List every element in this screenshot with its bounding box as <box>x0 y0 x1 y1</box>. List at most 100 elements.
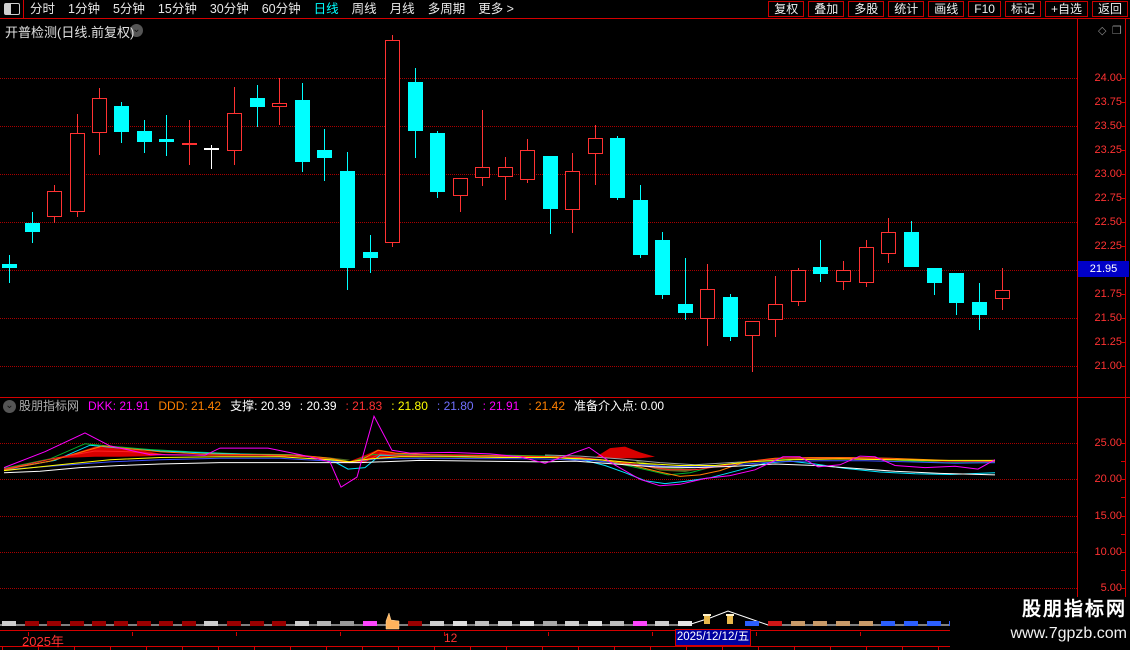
toolbar-复权[interactable]: 复权 <box>768 1 805 17</box>
tab-多周期[interactable]: 多周期 <box>428 0 466 18</box>
tab-5分钟[interactable]: 5分钟 <box>113 0 145 18</box>
signal-marker <box>295 621 309 626</box>
month-tick <box>548 632 549 636</box>
indicator-value: : 21.80 <box>436 399 474 413</box>
signal-marker <box>543 621 557 626</box>
signal-marker <box>655 621 669 626</box>
gold-marker-icon <box>703 614 711 616</box>
gold-marker-icon <box>704 615 710 624</box>
indicator-value-row: 股朋指标网 DKK: 21.91 DDD: 21.42 支撑: 20.39 : 20.… <box>19 399 664 414</box>
tab-30分钟[interactable]: 30分钟 <box>210 0 249 18</box>
watermark-site-name: 股朋指标网 <box>1021 599 1127 620</box>
window-layout-icon[interactable] <box>4 3 20 15</box>
tab-月线[interactable]: 月线 <box>390 0 415 18</box>
indicator-fill <box>595 446 655 459</box>
toolbar-标记[interactable]: 标记 <box>1004 1 1041 17</box>
top-menu-bar: 分时 1分钟 5分钟 15分钟 30分钟 60分钟 日线 周线 月线 多周期 更多 > 复权 叠加 多股… <box>0 0 1130 19</box>
tab-15分钟[interactable]: 15分钟 <box>158 0 197 18</box>
indicator-fill <box>55 446 165 459</box>
tab-1分钟[interactable]: 1分钟 <box>68 0 100 18</box>
tab-日线[interactable]: 日线 <box>314 0 339 18</box>
tab-60分钟[interactable]: 60分钟 <box>262 0 301 18</box>
toolbar-返回[interactable]: 返回 <box>1091 1 1128 17</box>
month-tick <box>132 632 133 636</box>
signal-marker <box>363 621 377 626</box>
indicator-lines <box>0 414 1076 630</box>
signal-marker <box>430 621 444 626</box>
current-price-badge: 21.95 <box>1078 261 1129 277</box>
panel-toggle-icon[interactable]: ❒ <box>1112 25 1122 37</box>
tab-更多 >[interactable]: 更多 > <box>478 0 514 18</box>
hand-cursor-icon <box>385 612 400 630</box>
signal-marker <box>114 621 128 626</box>
crosshair-date-badge: 2025/12/12/五 <box>675 629 751 646</box>
month-tick <box>340 632 341 636</box>
signal-marker <box>859 621 873 626</box>
signal-marker <box>159 621 173 626</box>
signal-marker <box>768 621 782 626</box>
indicator-line-magenta <box>3 414 996 488</box>
signal-marker <box>227 621 241 626</box>
signal-marker <box>565 621 579 626</box>
signal-marker <box>610 621 624 626</box>
signal-marker <box>498 621 512 626</box>
indicator-value: DDD: 21.42 <box>158 399 222 413</box>
month-label: 12 <box>444 631 458 645</box>
signal-marker <box>633 621 647 626</box>
signal-marker <box>250 621 264 626</box>
signal-marker <box>836 621 850 626</box>
app-window: 分时 1分钟 5分钟 15分钟 30分钟 60分钟 日线 周线 月线 多周期 更多 > 复权 叠加 多股… <box>0 0 1130 650</box>
toolbar-+自选[interactable]: +自选 <box>1044 1 1088 17</box>
signal-marker <box>204 621 218 626</box>
signal-marker <box>25 621 39 626</box>
diamond-icon[interactable]: ◇ <box>1098 25 1106 37</box>
toolbar-F10[interactable]: F10 <box>968 1 1001 17</box>
signal-marker <box>588 621 602 626</box>
signal-marker <box>904 621 918 626</box>
tab-分时[interactable]: 分时 <box>30 0 55 18</box>
signal-marker <box>813 621 827 626</box>
indicator-value: : 21.42 <box>528 399 566 413</box>
indicator-value: : 21.80 <box>391 399 428 413</box>
signal-marker <box>317 621 331 626</box>
signal-marker <box>745 621 759 626</box>
chart-title: 开普检测(日线.前复权) <box>5 25 135 40</box>
signal-marker <box>2 621 16 626</box>
gold-marker-icon <box>726 614 734 616</box>
signal-marker <box>881 621 895 626</box>
signal-marker <box>927 621 941 626</box>
signal-marker <box>453 621 467 626</box>
signal-marker <box>791 621 805 626</box>
signal-marker <box>47 621 61 626</box>
signal-marker <box>272 621 286 626</box>
indicator-value: 准备介入点: 0.00 <box>574 399 665 413</box>
month-tick <box>860 632 861 636</box>
toolbar-画线[interactable]: 画线 <box>928 1 965 17</box>
watermark-url: www.7gpzb.com <box>1010 625 1128 642</box>
signal-marker <box>520 621 534 626</box>
month-tick <box>444 632 445 636</box>
gold-marker-icon <box>727 615 733 624</box>
toolbar-buttons: 复权 叠加 多股 统计 画线 F10 标记 +自选 返回 <box>768 1 1128 17</box>
period-tabs: 分时 1分钟 5分钟 15分钟 30分钟 60分钟 日线 周线 月线 多周期 更多 > <box>30 0 514 18</box>
month-tick <box>28 632 29 636</box>
watermark: 股朋指标网 www.7gpzb.com <box>950 597 1130 650</box>
toolbar-统计[interactable]: 统计 <box>888 1 925 17</box>
toolbar-叠加[interactable]: 叠加 <box>808 1 845 17</box>
signal-marker <box>678 621 692 626</box>
month-tick <box>652 632 653 636</box>
indicator-value: DKK: 21.91 <box>88 399 150 413</box>
indicator-source-label[interactable]: 股朋指标网 <box>19 399 79 414</box>
indicator-value: : 21.91 <box>482 399 520 413</box>
indicator-value: : 20.39 <box>299 399 337 413</box>
signal-marker <box>92 621 106 626</box>
signal-marker <box>182 621 196 626</box>
month-tick <box>236 632 237 636</box>
signal-marker <box>70 621 84 626</box>
toolbar-多股[interactable]: 多股 <box>848 1 885 17</box>
indicator-value: 支撑: 20.39 <box>230 399 291 413</box>
tab-周线[interactable]: 周线 <box>352 0 377 18</box>
signal-marker <box>137 621 151 626</box>
signal-marker <box>408 621 422 626</box>
signal-marker <box>475 621 489 626</box>
